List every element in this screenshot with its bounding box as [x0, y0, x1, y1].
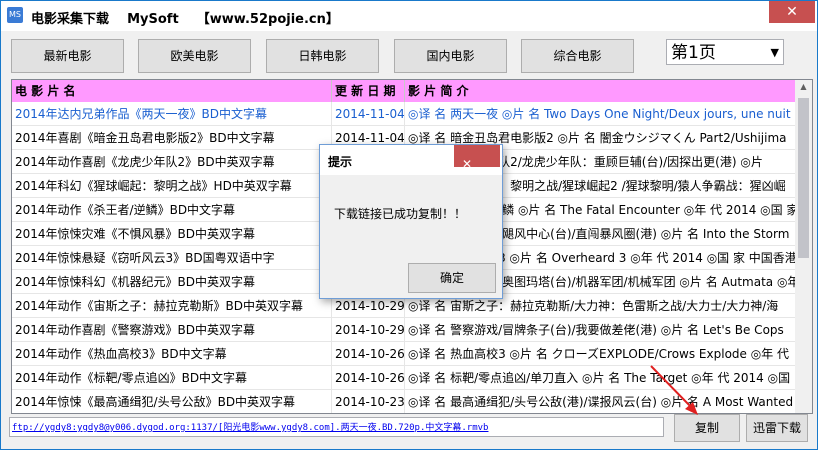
- annotation-arrow-icon: [650, 365, 698, 415]
- main-window: MS 电影采集下载 MySoft 【www.52pojie.cn】 ✕ 最新电影…: [0, 0, 818, 450]
